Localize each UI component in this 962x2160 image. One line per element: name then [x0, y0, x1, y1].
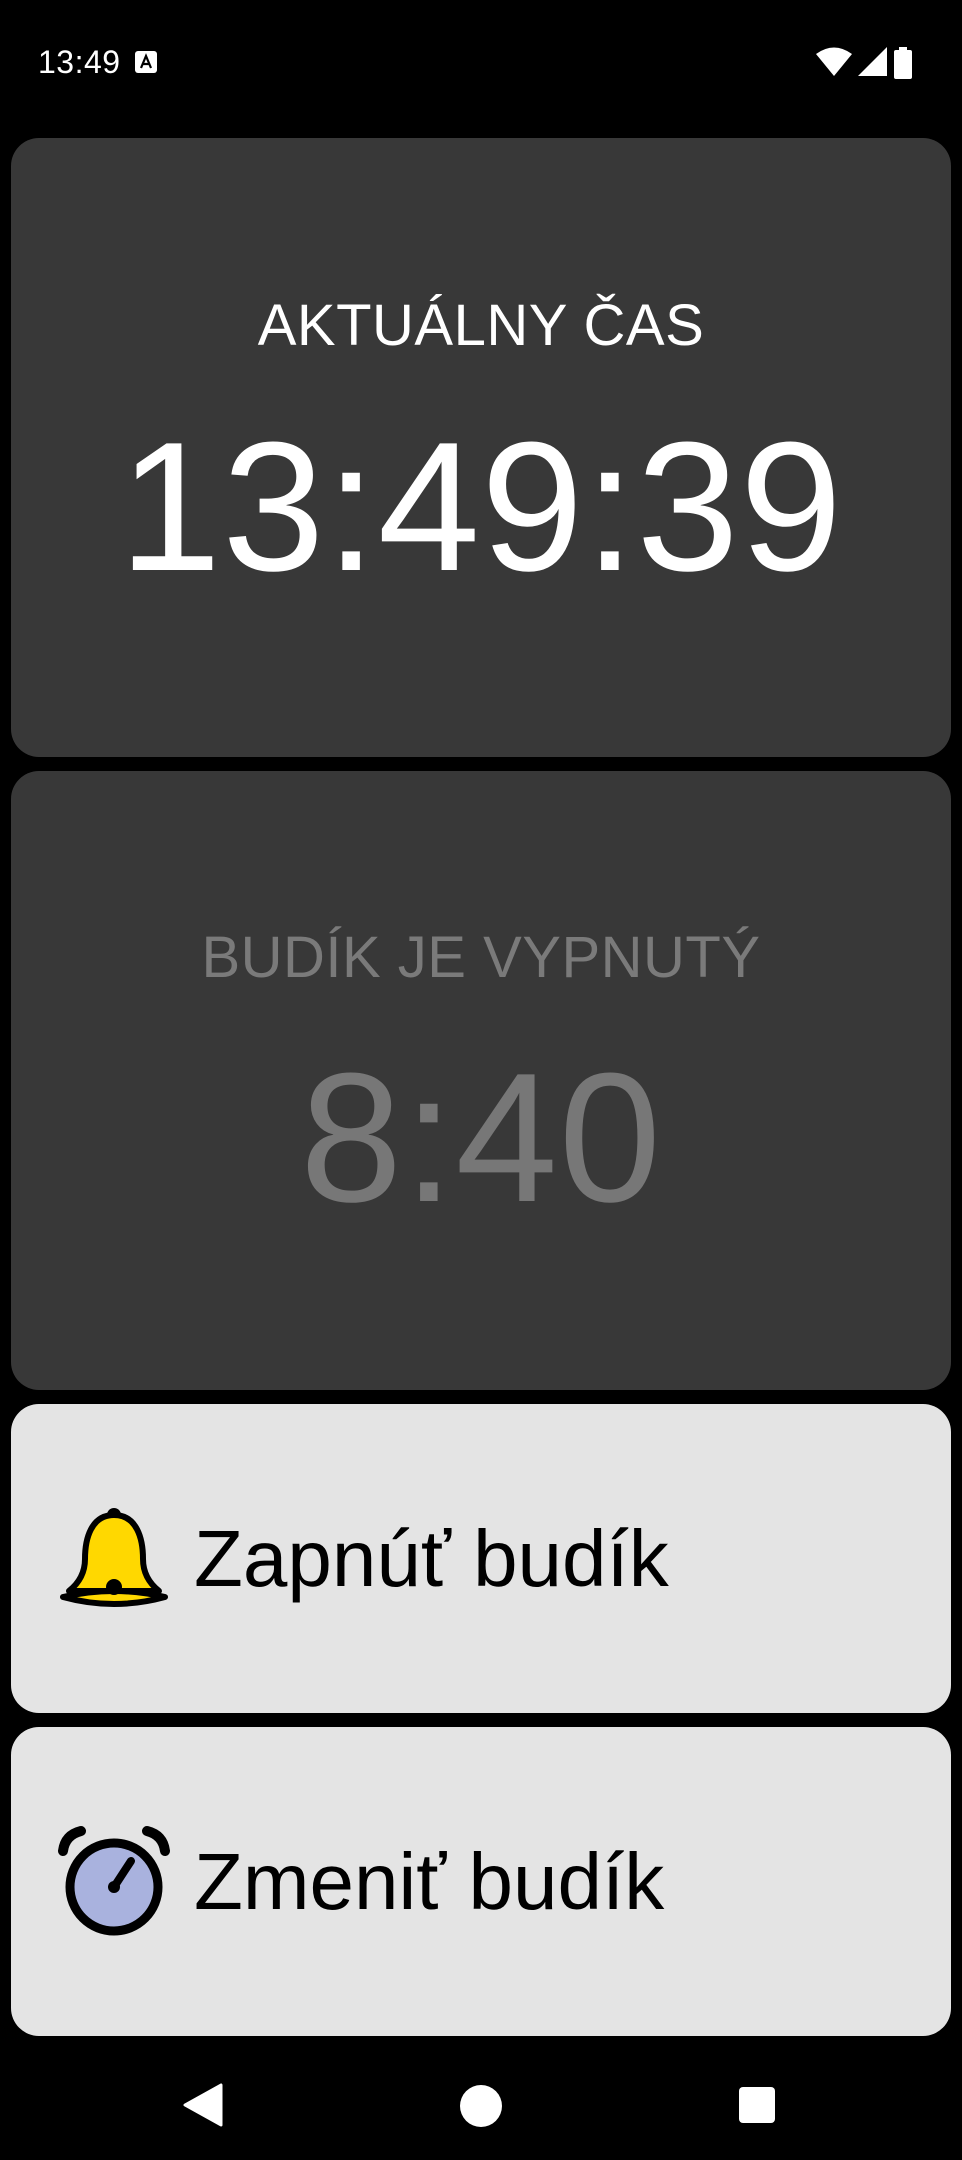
current-time-card: AKTUÁLNY ČAS 13:49:39 [11, 138, 951, 757]
bell-icon [60, 1508, 168, 1607]
alarm-status-label: BUDÍK JE VYPNUTÝ [201, 925, 761, 990]
recents-icon[interactable] [739, 2087, 775, 2123]
home-icon[interactable] [460, 2085, 502, 2127]
current-time-label: AKTUÁLNY ČAS [257, 293, 705, 358]
back-icon[interactable] [183, 2083, 223, 2127]
status-time: 13:49 [38, 44, 121, 80]
text-a-icon [135, 51, 157, 73]
status-bar: 13:49 [0, 0, 962, 128]
battery-icon [894, 47, 912, 79]
navigation-bar [0, 2050, 962, 2160]
enable-alarm-label: Zapnúť budík [194, 1514, 669, 1603]
alarm-clock-icon [58, 1826, 170, 1936]
change-alarm-label: Zmeniť budík [194, 1837, 665, 1926]
change-alarm-button[interactable]: Zmeniť budík [11, 1727, 951, 2036]
wifi-icon [816, 47, 852, 76]
alarm-time-value: 8:40 [299, 1034, 663, 1240]
current-time-value: 13:49:39 [118, 403, 844, 609]
alarm-card: BUDÍK JE VYPNUTÝ 8:40 [11, 771, 951, 1390]
cell-signal-icon [858, 47, 887, 76]
enable-alarm-button[interactable]: Zapnúť budík [11, 1404, 951, 1713]
